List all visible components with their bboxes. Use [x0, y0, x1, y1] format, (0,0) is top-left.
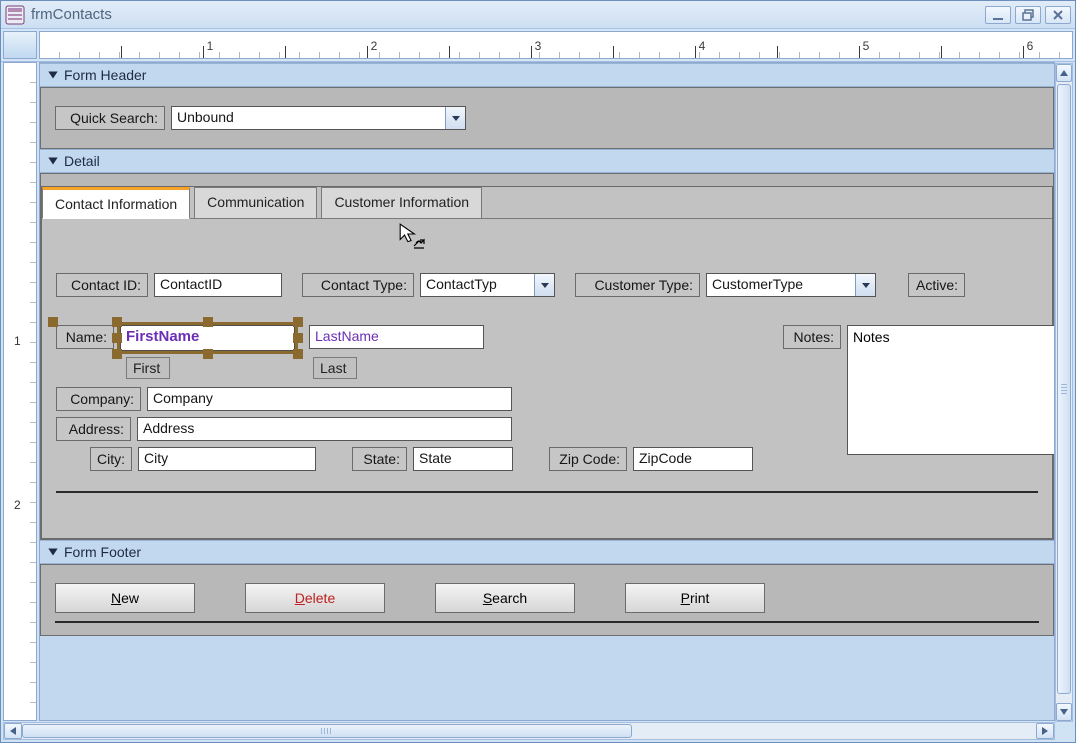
search-button[interactable]: Search: [435, 583, 575, 613]
grip-icon: [321, 728, 333, 734]
customer-type-value: CustomerType: [707, 274, 855, 296]
contact-type-value: ContactTyp: [421, 274, 534, 296]
state-label[interactable]: State:: [352, 447, 407, 471]
section-twist-icon: [46, 154, 60, 168]
section-title: Form Footer: [64, 544, 141, 560]
close-button[interactable]: [1045, 6, 1071, 24]
tab-page-contact-information[interactable]: Contact ID: ContactID Contact Type: Cont…: [42, 218, 1052, 538]
tab-customer-information[interactable]: Customer Information: [321, 187, 482, 219]
notes-label[interactable]: Notes:: [783, 325, 841, 349]
delete-button[interactable]: Delete: [245, 583, 385, 613]
first-sublabel[interactable]: First: [126, 357, 170, 379]
form-header-body[interactable]: Quick Search: Unbound: [40, 87, 1054, 149]
grip-icon: [1061, 384, 1067, 394]
horizontal-scrollbar[interactable]: [3, 722, 1055, 740]
ruler-major-ticks: [40, 46, 1072, 58]
quick-search-value: Unbound: [172, 107, 445, 129]
quick-search-label[interactable]: Quick Search:: [55, 106, 165, 130]
tab-label: Customer Information: [334, 194, 469, 210]
horizontal-ruler[interactable]: 1 2 3 4 5 6: [39, 31, 1073, 59]
select-all-cell[interactable]: [3, 31, 37, 59]
btn-trail: ew: [121, 590, 139, 606]
section-bar-form-header[interactable]: Form Header: [40, 63, 1054, 87]
restore-button[interactable]: [1015, 6, 1041, 24]
lastname-text[interactable]: LastName: [309, 325, 484, 349]
divider-line: [56, 491, 1038, 493]
zip-label[interactable]: Zip Code:: [549, 447, 627, 471]
tab-strip: Contact Information Communication Custom…: [42, 187, 1052, 219]
scroll-thumb[interactable]: [1057, 84, 1071, 694]
city-text[interactable]: City: [138, 447, 316, 471]
address-label[interactable]: Address:: [56, 417, 131, 441]
titlebar: frmContacts: [1, 1, 1075, 29]
window-title: frmContacts: [31, 6, 112, 23]
detail-body[interactable]: Contact Information Communication Custom…: [40, 173, 1054, 540]
ruler-number: 1: [14, 334, 21, 348]
tab-label: Contact Information: [55, 196, 177, 212]
section-bar-detail[interactable]: Detail: [40, 149, 1054, 173]
customer-type-combo[interactable]: CustomerType: [706, 273, 876, 297]
contact-id-label[interactable]: Contact ID:: [56, 273, 148, 297]
contact-id-text[interactable]: ContactID: [154, 273, 282, 297]
notes-text[interactable]: Notes: [847, 325, 1055, 455]
scroll-up-icon[interactable]: [1056, 64, 1072, 82]
last-sublabel[interactable]: Last: [313, 357, 357, 379]
section-twist-icon: [46, 545, 60, 559]
minimize-button[interactable]: [985, 6, 1011, 24]
name-label[interactable]: Name:: [56, 325, 114, 349]
scroll-left-icon[interactable]: [4, 723, 22, 739]
zip-text[interactable]: ZipCode: [633, 447, 753, 471]
print-button[interactable]: Print: [625, 583, 765, 613]
firstname-text-selected[interactable]: FirstName: [120, 325, 295, 351]
tab-communication[interactable]: Communication: [194, 187, 317, 219]
form-footer-body[interactable]: New Delete Search Print: [40, 564, 1054, 636]
form-icon: [5, 5, 25, 25]
city-label[interactable]: City:: [90, 447, 132, 471]
scroll-thumb[interactable]: [22, 724, 632, 738]
tab-contact-information[interactable]: Contact Information: [42, 187, 190, 219]
tab-label: Communication: [207, 194, 304, 210]
scroll-right-icon[interactable]: [1036, 723, 1054, 739]
vertical-ruler[interactable]: 1 2: [3, 62, 37, 721]
dropdown-icon[interactable]: [445, 107, 465, 129]
customer-type-label[interactable]: Customer Type:: [575, 273, 700, 297]
firstname-text[interactable]: FirstName: [120, 325, 295, 351]
company-text[interactable]: Company: [147, 387, 512, 411]
form-designer-window: frmContacts 1: [0, 0, 1076, 743]
section-twist-icon: [46, 68, 60, 82]
dropdown-icon[interactable]: [534, 274, 554, 296]
section-title: Form Header: [64, 67, 146, 83]
ruler-number: 2: [14, 498, 21, 512]
dropdown-icon[interactable]: [855, 274, 875, 296]
new-button[interactable]: New: [55, 583, 195, 613]
contact-type-combo[interactable]: ContactTyp: [420, 273, 555, 297]
vertical-scrollbar[interactable]: [1055, 63, 1073, 722]
tab-control[interactable]: Contact Information Communication Custom…: [41, 186, 1053, 539]
contact-type-label[interactable]: Contact Type:: [302, 273, 414, 297]
quick-search-combo[interactable]: Unbound: [171, 106, 466, 130]
scroll-down-icon[interactable]: [1056, 703, 1072, 721]
section-title: Detail: [64, 153, 100, 169]
design-surface[interactable]: Form Header Quick Search: Unbound: [39, 62, 1055, 721]
vruler-minor-ticks: [30, 63, 36, 720]
active-label[interactable]: Active:: [908, 273, 965, 297]
section-bar-form-footer[interactable]: Form Footer: [40, 540, 1054, 564]
divider-line: [55, 621, 1039, 623]
state-text[interactable]: State: [413, 447, 513, 471]
ruler-row: 1 2 3 4 5 6: [1, 29, 1075, 62]
company-label[interactable]: Company:: [56, 387, 141, 411]
mouse-cursor-icon: [400, 224, 422, 246]
address-text[interactable]: Address: [137, 417, 512, 441]
